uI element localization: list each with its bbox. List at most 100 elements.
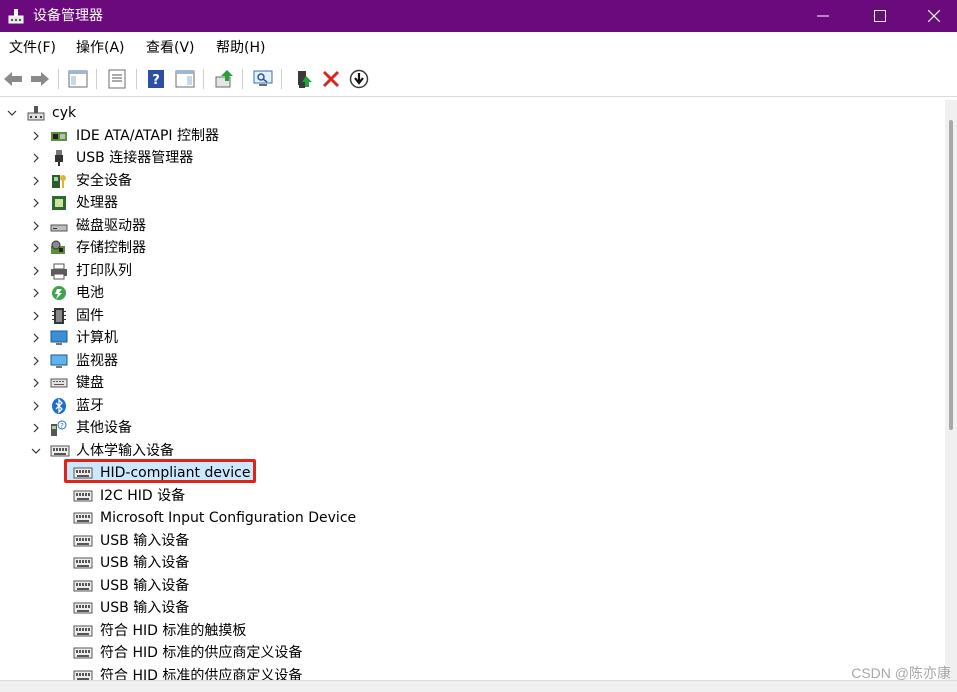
hid-icon xyxy=(73,487,93,505)
chevron-right-icon[interactable] xyxy=(29,331,43,345)
uninstall-device-button[interactable] xyxy=(320,68,342,90)
tree-root-cyk[interactable]: cyk xyxy=(0,102,945,124)
tree-item-label: IDE ATA/ATAPI 控制器 xyxy=(76,127,220,144)
disk-drive-icon xyxy=(50,217,68,235)
chevron-right-icon[interactable] xyxy=(29,309,43,323)
status-bar xyxy=(0,680,957,692)
tree-device-item[interactable]: USB 输入设备 xyxy=(0,575,945,597)
menu-view[interactable]: 查看(V) xyxy=(146,39,195,57)
tree-item-label: Microsoft Input Configuration Device xyxy=(100,510,357,526)
chevron-right-icon[interactable] xyxy=(29,264,43,278)
chevron-right-icon[interactable] xyxy=(29,241,43,255)
toolbar-separator xyxy=(136,69,137,89)
tree-device-item[interactable]: 符合 HID 标准的触摸板 xyxy=(0,620,945,642)
tree-item-label: HID-compliant device xyxy=(100,465,251,481)
download-circle-icon xyxy=(349,69,369,89)
toolbar-separator xyxy=(281,69,282,89)
show-hide-action-pane-button[interactable] xyxy=(174,68,196,90)
tree-category-4[interactable]: 磁盘驱动器 xyxy=(0,215,945,237)
chevron-right-icon[interactable] xyxy=(29,219,43,233)
chevron-right-icon[interactable] xyxy=(29,354,43,368)
chevron-down-icon[interactable] xyxy=(29,444,43,458)
tree-item-label: USB 输入设备 xyxy=(100,555,190,571)
hid-icon xyxy=(73,464,93,482)
update-driver-icon xyxy=(215,70,233,88)
tree-category-13[interactable]: ? 其他设备 xyxy=(0,417,945,439)
tree-category-9[interactable]: 计算机 xyxy=(0,327,945,349)
storage-controller-icon xyxy=(50,239,68,257)
usb-connector-icon xyxy=(50,149,68,167)
tree-category-1[interactable]: USB 连接器管理器 xyxy=(0,147,945,169)
tree-item-label: 人体学输入设备 xyxy=(76,442,174,459)
hid-icon xyxy=(50,442,70,460)
chevron-right-icon[interactable] xyxy=(29,421,43,435)
svg-text:?: ? xyxy=(60,422,64,430)
window-title: 设备管理器 xyxy=(33,8,103,24)
tree-item-label: 处理器 xyxy=(76,195,118,211)
scan-hardware-button[interactable] xyxy=(252,68,274,90)
update-driver-button[interactable] xyxy=(213,68,235,90)
tree-device-item[interactable]: I2C HID 设备 xyxy=(0,485,945,507)
hid-icon xyxy=(73,532,93,550)
enable-device-icon xyxy=(298,71,312,88)
tree-item-label: 存储控制器 xyxy=(76,240,146,256)
help-button[interactable]: ? xyxy=(145,68,167,90)
chevron-right-icon[interactable] xyxy=(29,286,43,300)
menu-help[interactable]: 帮助(H) xyxy=(216,39,265,57)
tree-category-8[interactable]: 固件 xyxy=(0,305,945,327)
add-legacy-hardware-button[interactable] xyxy=(292,68,314,90)
tree-device-item[interactable]: HID-compliant device xyxy=(0,459,945,484)
tree-device-item[interactable]: 符合 HID 标准的供应商定义设备 xyxy=(0,665,945,680)
tree-category-10[interactable]: 监视器 xyxy=(0,350,945,372)
chevron-right-icon[interactable] xyxy=(29,399,43,413)
tree-category-3[interactable]: 处理器 xyxy=(0,192,945,214)
tree-item-label: I2C HID 设备 xyxy=(100,487,186,504)
tree-device-item[interactable]: Microsoft Input Configuration Device xyxy=(0,507,945,529)
menu-action[interactable]: 操作(A) xyxy=(76,39,125,57)
toolbar-separator xyxy=(58,69,59,89)
hid-icon xyxy=(73,622,93,640)
tree-category-2[interactable]: 安全设备 xyxy=(0,170,945,192)
toolbar: ? xyxy=(0,62,957,97)
battery-icon xyxy=(50,284,68,302)
device-manager-app-icon xyxy=(7,7,25,25)
forward-button[interactable] xyxy=(29,68,51,90)
chevron-right-icon[interactable] xyxy=(29,196,43,210)
processor-icon xyxy=(50,194,68,212)
tree-item-label: 固件 xyxy=(76,307,104,324)
tree-category-7[interactable]: 电池 xyxy=(0,282,945,304)
hid-icon xyxy=(73,644,93,662)
maximize-icon xyxy=(874,10,886,22)
hid-icon xyxy=(73,577,93,595)
properties-button[interactable] xyxy=(106,68,128,90)
show-hide-console-tree-button[interactable] xyxy=(67,68,89,90)
tree-device-item[interactable]: 符合 HID 标准的供应商定义设备 xyxy=(0,642,945,664)
device-tree[interactable]: cyk IDE ATA/ATAPI 控制器 USB 连接器管理器 安全设备处理器磁盘驱… xyxy=(0,100,945,680)
tree-device-item[interactable]: USB 输入设备 xyxy=(0,530,945,552)
tree-device-item[interactable]: USB 输入设备 xyxy=(0,597,945,619)
chevron-right-icon[interactable] xyxy=(29,129,43,143)
disable-device-button[interactable] xyxy=(348,68,370,90)
scrollbar-thumb[interactable] xyxy=(949,120,953,430)
hid-icon xyxy=(73,599,93,617)
chevron-right-icon[interactable] xyxy=(29,151,43,165)
maximize-button[interactable] xyxy=(857,0,903,32)
chevron-right-icon[interactable] xyxy=(29,376,43,390)
tree-item-label: 其他设备 xyxy=(76,420,132,436)
tree-category-11[interactable]: 键盘 xyxy=(0,372,945,394)
chevron-down-icon[interactable] xyxy=(5,106,19,120)
tree-category-12[interactable]: 蓝牙 xyxy=(0,395,945,417)
tree-category-0[interactable]: IDE ATA/ATAPI 控制器 xyxy=(0,125,945,147)
vertical-scrollbar[interactable] xyxy=(945,100,957,680)
menu-file[interactable]: 文件(F) xyxy=(9,39,56,57)
tree-item-label: 监视器 xyxy=(76,352,118,369)
back-button[interactable] xyxy=(2,68,24,90)
tree-category-6[interactable]: 打印队列 xyxy=(0,260,945,282)
minimize-button[interactable] xyxy=(800,0,846,32)
chevron-right-icon[interactable] xyxy=(29,174,43,188)
close-button[interactable] xyxy=(911,0,957,32)
computer-root-icon xyxy=(27,104,45,122)
tree-device-item[interactable]: USB 输入设备 xyxy=(0,552,945,574)
tree-item-label: 磁盘驱动器 xyxy=(76,217,146,234)
tree-category-5[interactable]: 存储控制器 xyxy=(0,237,945,259)
